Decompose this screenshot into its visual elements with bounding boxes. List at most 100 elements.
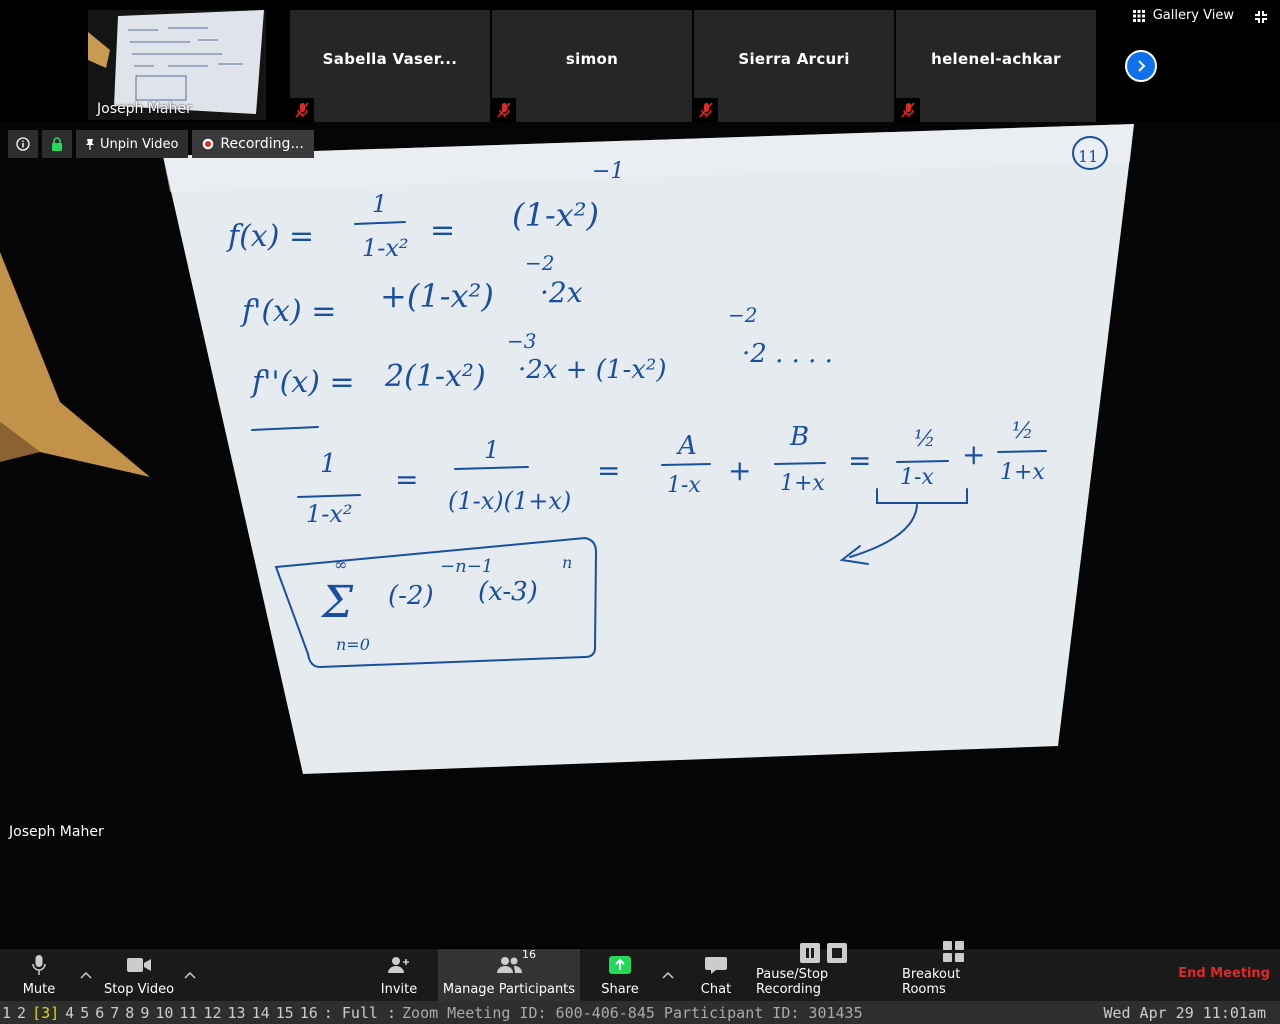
video-options-caret[interactable] (184, 968, 196, 982)
share-options-caret[interactable] (662, 968, 674, 982)
workspace-item[interactable]: 4 (65, 1004, 74, 1022)
lock-icon (52, 136, 62, 151)
svg-text:(x-3): (x-3) (478, 577, 538, 607)
video-camera-icon (127, 958, 151, 972)
muted-mic-icon (492, 98, 516, 122)
svg-text:1-x²: 1-x² (306, 500, 353, 528)
svg-text:n=0: n=0 (336, 635, 370, 654)
recording-label: Recording... (220, 136, 304, 152)
svg-text:(1-x²): (1-x²) (512, 196, 599, 234)
breakout-rooms-label: Breakout Rooms (902, 967, 961, 997)
manage-participants-button[interactable]: 16 Manage Participants (438, 948, 580, 1001)
workspace-item[interactable]: 1 (2, 1004, 11, 1022)
next-page-button[interactable] (1125, 50, 1157, 82)
workspace-item[interactable]: 16 (300, 1004, 318, 1022)
svg-text:f(x) =: f(x) = (226, 219, 314, 254)
workspace-item[interactable]: 10 (155, 1004, 173, 1022)
video-top-controls: Unpin Video Recording... (8, 130, 314, 158)
self-video-thumbnail[interactable]: Joseph Maher (88, 10, 266, 120)
svg-text:½: ½ (914, 427, 935, 452)
unpin-video-button[interactable]: Unpin Video (76, 130, 189, 158)
chevron-right-icon (1138, 60, 1146, 72)
breakout-rooms-button[interactable]: Breakout Rooms (902, 941, 1006, 1001)
exit-fullscreen-icon (1255, 11, 1267, 23)
workspace-item[interactable]: 7 (110, 1004, 119, 1022)
audio-options-caret[interactable] (80, 968, 92, 982)
meeting-info-button[interactable] (8, 130, 38, 158)
participant-name: Sabella Vaser... (322, 50, 458, 68)
svg-text:+: + (962, 438, 985, 471)
recording-indicator[interactable]: Recording... (192, 130, 314, 158)
svg-text:+(1-x²): +(1-x²) (380, 277, 494, 315)
workspace-item[interactable]: 15 (276, 1004, 294, 1022)
svg-text:½: ½ (1012, 419, 1033, 444)
svg-text:=: = (395, 463, 418, 496)
chat-button[interactable]: Chat (696, 949, 736, 1001)
svg-text:−2: −2 (525, 251, 554, 275)
desktop-status-bar: 1 2 [3] 4 5 6 7 8 9 10 11 12 13 14 15 16: Full : Zoom Me… (0, 1001, 1280, 1024)
svg-text:A: A (676, 431, 697, 461)
participant-name: Sierra Arcuri (738, 50, 850, 68)
svg-text:f''(x) =: f''(x) = (250, 365, 355, 400)
layout-mode: : Full : (323, 1003, 397, 1022)
stop-video-label: Stop Video (103, 982, 175, 997)
workspace-item[interactable]: 13 (228, 1004, 246, 1022)
encryption-button[interactable] (42, 130, 72, 158)
svg-text:(-2): (-2) (388, 581, 434, 611)
svg-text:1+x: 1+x (1000, 460, 1045, 485)
svg-text:=: = (430, 213, 455, 248)
add-person-icon (388, 957, 409, 973)
participant-tile[interactable]: Sabella Vaser... (290, 10, 490, 122)
main-video[interactable]: f(x) = 1 1-x² = (1-x²) −1 f'(x) = +(1-x²… (0, 122, 1280, 948)
clock: Wed Apr 29 11:01am (1103, 1003, 1266, 1022)
recording-dot-icon (203, 138, 214, 150)
svg-text:·2 . . . .: ·2 . . . . (742, 339, 833, 369)
invite-button[interactable]: Invite (378, 949, 420, 1001)
svg-text:(1-x)(1+x): (1-x)(1+x) (448, 487, 571, 515)
gallery-view-label: Gallery View (1152, 8, 1234, 23)
workspace-item[interactable]: 12 (203, 1004, 221, 1022)
chat-bubble-icon (705, 957, 727, 974)
unpin-video-label: Unpin Video (100, 136, 179, 152)
workspace-item[interactable]: 11 (179, 1004, 197, 1022)
workspace-item[interactable]: 2 (17, 1004, 26, 1022)
chevron-up-icon (184, 971, 196, 979)
svg-text:1-x: 1-x (900, 465, 934, 490)
info-icon (16, 137, 30, 151)
stop-video-button[interactable]: Stop Video (100, 949, 178, 1001)
svg-text:Σ: Σ (320, 577, 354, 628)
workspace-item[interactable]: 9 (140, 1004, 149, 1022)
svg-text:f'(x) =: f'(x) = (240, 294, 336, 329)
svg-text:2(1-x²): 2(1-x²) (384, 359, 486, 394)
participant-tile[interactable]: Sierra Arcuri (694, 10, 894, 122)
participant-tile[interactable]: helenel-achkar (896, 10, 1096, 122)
mute-button[interactable]: Mute (14, 949, 64, 1001)
pause-stop-recording-button[interactable]: Pause/Stop Recording (756, 943, 892, 1001)
svg-text:1-x: 1-x (667, 473, 701, 498)
grid-icon (1132, 9, 1145, 22)
muted-mic-icon (694, 98, 718, 122)
svg-text:=: = (848, 444, 871, 477)
workspace-item[interactable]: 5 (80, 1004, 89, 1022)
gallery-view-button[interactable]: Gallery View (1132, 8, 1234, 23)
workspace-current[interactable]: [3] (32, 1004, 59, 1022)
share-label: Share (601, 982, 639, 997)
svg-text:1: 1 (372, 190, 387, 218)
chevron-up-icon (662, 971, 674, 979)
muted-mic-icon (896, 98, 920, 122)
workspace-item[interactable]: 14 (252, 1004, 270, 1022)
share-button[interactable]: Share (598, 949, 642, 1001)
microphone-icon (32, 955, 46, 975)
participant-name: simon (565, 50, 619, 68)
end-meeting-button[interactable]: End Meeting (1178, 966, 1270, 981)
participant-name: helenel-achkar (931, 50, 1061, 68)
pause-stop-recording-label: Pause/Stop Recording (756, 967, 829, 997)
chat-label: Chat (700, 982, 732, 997)
workspace-list: 1 2 [3] 4 5 6 7 8 9 10 11 12 13 14 15 16: Full : Zoom Me… (0, 1004, 869, 1022)
fullscreen-button[interactable] (1254, 9, 1268, 28)
workspace-item[interactable]: 6 (95, 1004, 104, 1022)
workspace-item[interactable]: 8 (125, 1004, 134, 1022)
share-screen-icon (609, 956, 631, 974)
participant-count-badge: 16 (522, 948, 536, 961)
participant-tile[interactable]: simon (492, 10, 692, 122)
